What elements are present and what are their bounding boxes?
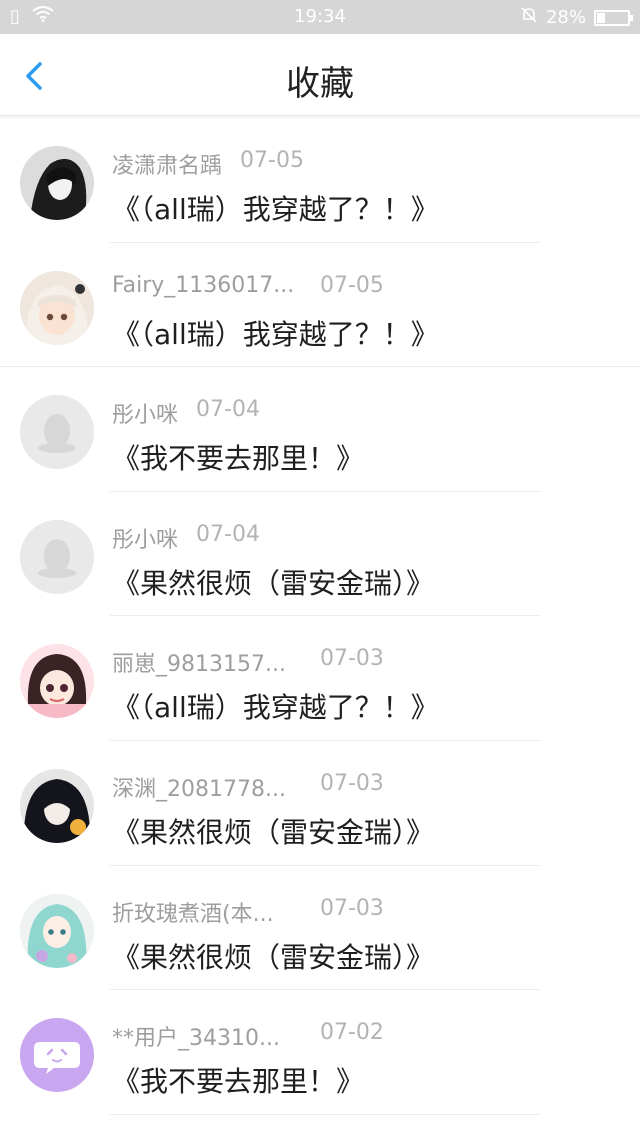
status-bar: ▯ 19:34 28% <box>0 0 640 34</box>
item-meta: Fairy_1136017... 07-05 <box>112 273 384 298</box>
user-name[interactable]: 凌潇肃名踽 <box>112 148 222 180</box>
item-date: 07-04 <box>196 521 260 547</box>
item-meta: 折玫瑰煮酒(本... 07-03 <box>112 896 384 928</box>
item-date: 07-03 <box>320 646 384 672</box>
story-title[interactable]: 《（all瑞）我穿越了？！》 <box>112 313 439 353</box>
mute-bell-icon <box>520 6 538 29</box>
item-meta: 丽崽_9813157... 07-03 <box>112 646 384 678</box>
avatar[interactable] <box>20 146 94 220</box>
story-title[interactable]: 《（all瑞）我穿越了？！》 <box>112 686 439 726</box>
list-item[interactable]: 凌潇肃名踽 07-05 《（all瑞）我穿越了？！》 <box>0 118 640 243</box>
list-item[interactable]: 折玫瑰煮酒(本... 07-03 《果然很烦（雷安金瑞）》 <box>0 866 640 991</box>
user-name[interactable]: **用户_34310... <box>112 1020 302 1052</box>
avatar[interactable] <box>20 644 94 719</box>
list-item[interactable]: 丽崽_9813157... 07-03 《（all瑞）我穿越了？！》 <box>0 616 640 741</box>
item-meta: 彤小咪 07-04 <box>112 522 260 554</box>
item-date: 07-03 <box>320 895 384 921</box>
user-name[interactable]: 彤小咪 <box>112 522 178 554</box>
user-name[interactable]: 丽崽_9813157... <box>112 646 302 678</box>
item-date: 07-05 <box>240 148 304 173</box>
user-name[interactable]: 深渊_2081778... <box>112 771 302 803</box>
user-name[interactable]: Fairy_1136017... <box>112 273 302 298</box>
story-title[interactable]: 《果然很烦（雷安金瑞）》 <box>112 936 434 976</box>
item-date: 07-05 <box>320 272 384 298</box>
item-meta: 彤小咪 07-04 <box>112 397 260 429</box>
list-item[interactable]: **用户_34310... 07-02 《我不要去那里！》 <box>0 990 640 1115</box>
list-item[interactable]: 彤小咪 07-04 《我不要去那里！》 <box>0 367 640 492</box>
status-right: 28% <box>520 6 633 29</box>
user-name[interactable]: 折玫瑰煮酒(本... <box>112 896 302 928</box>
divider <box>110 1113 540 1115</box>
item-date: 07-04 <box>196 397 260 423</box>
item-meta: **用户_34310... 07-02 <box>112 1020 384 1052</box>
list-item[interactable]: 深渊_2081778... 07-03 《果然很烦（雷安金瑞）》 <box>0 741 640 866</box>
battery-percent: 28% <box>545 7 586 28</box>
item-date: 07-02 <box>320 1020 384 1046</box>
story-title[interactable]: 《我不要去那里！》 <box>112 1060 364 1100</box>
item-meta: 凌潇肃名踽 07-05 <box>112 148 304 180</box>
avatar[interactable] <box>20 768 94 843</box>
story-title[interactable]: 《果然很烦（雷安金瑞）》 <box>112 562 434 602</box>
nav-bar: 收藏 <box>0 34 640 116</box>
battery-icon <box>594 9 633 26</box>
avatar[interactable] <box>20 893 94 968</box>
page-title: 收藏 <box>286 64 354 104</box>
list-item[interactable]: 彤小咪 07-04 《果然很烦（雷安金瑞）》 <box>0 492 640 617</box>
story-title[interactable]: 《（all瑞）我穿越了？！》 <box>112 188 439 228</box>
favorites-list: 凌潇肃名踽 07-05 《（all瑞）我穿越了？！》 Fairy_1136017...… <box>0 118 640 1115</box>
avatar[interactable] <box>20 519 94 594</box>
avatar[interactable] <box>20 1018 94 1093</box>
story-title[interactable]: 《果然很烦（雷安金瑞）》 <box>112 811 434 851</box>
battery-fill <box>597 12 606 23</box>
user-name[interactable]: 彤小咪 <box>112 397 178 429</box>
item-meta: 深渊_2081778... 07-03 <box>112 771 384 803</box>
avatar[interactable] <box>20 395 94 470</box>
story-title[interactable]: 《我不要去那里！》 <box>112 437 364 477</box>
list-item[interactable]: Fairy_1136017... 07-05 《（all瑞）我穿越了？！》 <box>0 243 640 368</box>
item-date: 07-03 <box>320 770 384 796</box>
avatar[interactable] <box>20 270 94 345</box>
